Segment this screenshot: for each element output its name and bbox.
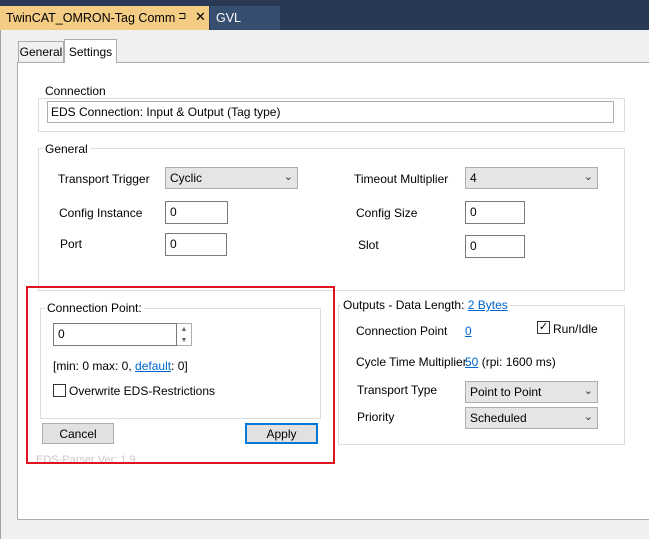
port-label: Port — [60, 237, 83, 251]
run-idle-label: Run/Idle — [553, 322, 598, 336]
transport-trigger-select[interactable]: Cyclic ⌄ — [165, 167, 298, 189]
doc-tab-twincat[interactable]: TwinCAT_OMRON-Tag Comm ⊐ ✕ — [0, 6, 209, 30]
cycle-time-value: 50 (rpi: 1600 ms) — [465, 355, 556, 369]
doc-tab-twincat-label: TwinCAT_OMRON-Tag Comm — [6, 11, 176, 25]
config-instance-input[interactable]: 0 — [165, 201, 228, 224]
chevron-down-icon: ⌄ — [583, 411, 593, 423]
cycle-time-link[interactable]: 50 — [465, 355, 478, 369]
connection-field[interactable]: EDS Connection: Input & Output (Tag type… — [47, 101, 614, 123]
outputs-title-text: Outputs - Data Length: — [343, 298, 465, 312]
priority-select[interactable]: Scheduled ⌄ — [465, 407, 598, 429]
bottom-bar — [17, 520, 649, 539]
transport-trigger-label: Transport Trigger — [58, 172, 150, 186]
close-icon[interactable]: ✕ — [195, 9, 206, 25]
run-idle-checkbox[interactable]: ✓ — [537, 321, 550, 334]
priority-label: Priority — [357, 410, 395, 424]
outputs-group-title: Outputs - Data Length: 2 Bytes — [341, 298, 510, 312]
chevron-down-icon: ⌄ — [283, 171, 293, 183]
transport-type-value: Point to Point — [470, 385, 542, 399]
chevron-down-icon: ⌄ — [583, 385, 593, 397]
config-size-input[interactable]: 0 — [465, 201, 525, 224]
config-size-label: Config Size — [356, 206, 418, 220]
check-icon: ✓ — [538, 321, 549, 333]
outputs-connection-point-link[interactable]: 0 — [465, 324, 472, 338]
slot-input[interactable]: 0 — [465, 235, 525, 258]
timeout-multiplier-label: Timeout Multiplier — [354, 172, 449, 186]
document-tab-strip: TwinCAT_OMRON-Tag Comm ⊐ ✕ GVL — [0, 0, 649, 30]
slot-label: Slot — [358, 238, 379, 252]
highlight-box — [26, 286, 335, 464]
data-length-link[interactable]: 2 Bytes — [468, 298, 508, 312]
transport-trigger-value: Cyclic — [170, 171, 202, 185]
tab-settings[interactable]: Settings — [64, 39, 117, 63]
transport-type-label: Transport Type — [357, 383, 438, 397]
outputs-connection-point-label: Connection Point — [356, 324, 448, 338]
transport-type-select[interactable]: Point to Point ⌄ — [465, 381, 598, 403]
config-instance-label: Config Instance — [59, 206, 143, 220]
cycle-time-label: Cycle Time Multiplier — [356, 355, 467, 369]
cycle-time-rpi: (rpi: 1600 ms) — [481, 355, 556, 369]
port-input[interactable]: 0 — [165, 233, 227, 256]
timeout-multiplier-select[interactable]: 4 ⌄ — [465, 167, 598, 189]
general-group-title: General — [43, 142, 90, 156]
pin-icon[interactable]: ⊐ — [178, 11, 186, 22]
connection-group-title: Connection — [43, 84, 108, 98]
tab-general[interactable]: General — [18, 41, 64, 62]
timeout-multiplier-value: 4 — [470, 171, 477, 185]
chevron-down-icon: ⌄ — [583, 171, 593, 183]
doc-tab-gvl-label: GVL — [216, 11, 242, 25]
priority-value: Scheduled — [470, 411, 527, 425]
doc-tab-gvl[interactable]: GVL — [210, 6, 280, 30]
